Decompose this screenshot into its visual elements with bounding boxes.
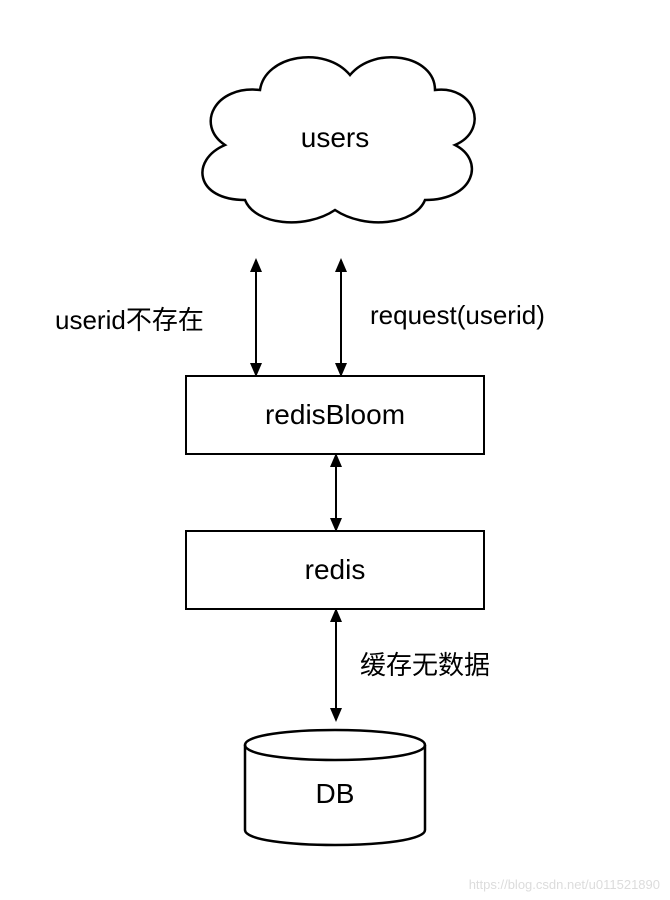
arrow-redis-db (335, 610, 337, 720)
arrow-head-up-icon (335, 258, 347, 272)
redis-box-node: redis (185, 530, 485, 610)
redisbloom-label: redisBloom (265, 399, 405, 431)
arrow-head-up-icon (330, 608, 342, 622)
redisbloom-box-node: redisBloom (185, 375, 485, 455)
users-label: users (301, 122, 369, 154)
db-label: DB (316, 778, 355, 810)
users-cloud-node: users (175, 30, 495, 245)
arrow-head-up-icon (330, 453, 342, 467)
watermark-text: https://blog.csdn.net/u011521890 (469, 877, 660, 892)
arrow-users-bloom-right (340, 260, 342, 375)
edge-label-userid-not-exist: userid不存在 (55, 300, 204, 337)
arrow-users-bloom-left (255, 260, 257, 375)
arrow-head-up-icon (250, 258, 262, 272)
edge-label-request-userid: request(userid) (370, 300, 545, 331)
diagram-canvas: users userid不存在 request(userid) redisBlo… (0, 0, 670, 900)
edge-label-cache-no-data: 缓存无数据 (360, 645, 490, 682)
redis-label: redis (305, 554, 366, 586)
db-datastore-node: DB (240, 720, 430, 855)
